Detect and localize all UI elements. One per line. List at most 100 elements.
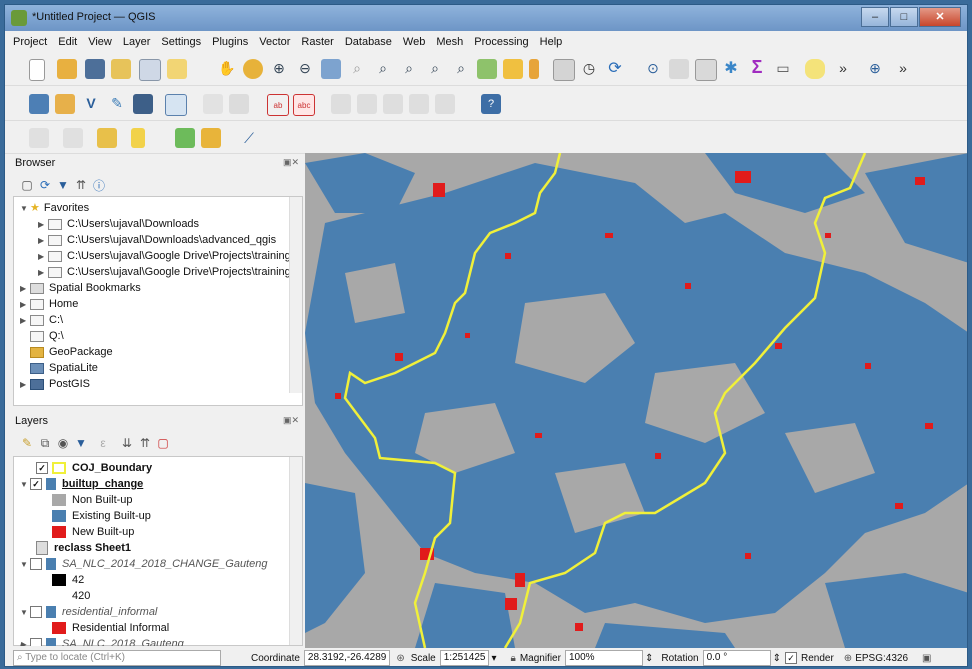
- filter-expression-icon[interactable]: ε: [93, 433, 113, 453]
- close-button[interactable]: ✕: [919, 7, 961, 27]
- layer-visibility-checkbox[interactable]: [30, 606, 42, 619]
- minimize-button[interactable]: –: [861, 7, 889, 27]
- style-manager-icon[interactable]: [167, 59, 187, 79]
- style-layer-icon[interactable]: ✎: [17, 433, 37, 453]
- browser-item-downloads[interactable]: ▶ C:\Users\ujaval\Downloads: [38, 216, 199, 232]
- field-calculator-icon[interactable]: ✱: [721, 58, 741, 78]
- map-canvas[interactable]: [305, 153, 967, 648]
- filter-icon[interactable]: ▼: [53, 175, 73, 195]
- layout-manager-icon[interactable]: [139, 59, 161, 81]
- browser-item-spatial-bookmarks[interactable]: ▶ Spatial Bookmarks: [20, 280, 141, 296]
- browser-scrollbar[interactable]: [289, 197, 302, 393]
- zoom-layer-icon[interactable]: ⌕: [373, 58, 393, 78]
- layer-coj-boundary[interactable]: ✓ COJ_Boundary: [36, 460, 152, 476]
- rotation-spin-icon[interactable]: ⇕: [773, 653, 781, 664]
- change-label-icon[interactable]: [435, 94, 455, 114]
- browser-item-favorites[interactable]: ▼ ★ Favorites: [20, 200, 89, 216]
- menu-web[interactable]: Web: [403, 36, 425, 48]
- pin-labels-icon[interactable]: [331, 94, 351, 114]
- show-labels-icon[interactable]: [357, 94, 377, 114]
- select-features-icon[interactable]: [669, 59, 689, 79]
- layer-visibility-checkbox[interactable]: [30, 558, 42, 571]
- locator-input[interactable]: ⌕ Type to locate (Ctrl+K): [13, 650, 221, 666]
- browser-item-home[interactable]: ▶ Home: [20, 296, 78, 312]
- layer-residential-informal[interactable]: ▼ residential_informal: [20, 604, 157, 620]
- deselect-icon[interactable]: [97, 128, 117, 148]
- show-bookmarks-icon[interactable]: [553, 59, 575, 81]
- toggle-editing-icon[interactable]: [203, 94, 223, 114]
- layer-visibility-checkbox[interactable]: ✓: [30, 478, 42, 491]
- temporal-clock-icon[interactable]: ◷: [579, 58, 599, 78]
- menu-help[interactable]: Help: [540, 36, 563, 48]
- add-raster-icon[interactable]: [29, 94, 49, 114]
- layer-nlc-change[interactable]: ▼ SA_NLC_2014_2018_CHANGE_Gauteng: [20, 556, 267, 572]
- save-edits-icon[interactable]: [229, 94, 249, 114]
- identify-icon[interactable]: ⊙: [643, 58, 663, 78]
- crs-globe-icon[interactable]: ⊕: [844, 653, 852, 664]
- new-3d-view-icon[interactable]: [503, 59, 523, 79]
- info-icon[interactable]: ⓘ: [89, 175, 109, 195]
- scale-dropdown-icon[interactable]: ▾: [491, 653, 496, 664]
- maximize-button[interactable]: □: [890, 7, 918, 27]
- add-virtual-layer-icon[interactable]: [165, 94, 187, 116]
- collapse-all-icon[interactable]: ⇈: [71, 175, 91, 195]
- coordinate-field[interactable]: 28.3192,-26.4289: [303, 650, 391, 666]
- new-print-layout-icon[interactable]: [111, 59, 131, 79]
- add-vector-icon[interactable]: [55, 94, 75, 114]
- zoom-native-icon[interactable]: ⌕: [399, 58, 419, 78]
- menu-view[interactable]: View: [88, 36, 112, 48]
- measure-icon[interactable]: ▭: [773, 58, 793, 78]
- layer-nlc-2018[interactable]: ▶ SA_NLC_2018_Gauteng: [20, 636, 184, 646]
- rotate-label-icon[interactable]: [409, 94, 429, 114]
- select-by-value-icon[interactable]: [63, 128, 83, 148]
- toolbar-overflow-2-icon[interactable]: »: [893, 58, 913, 78]
- digitize-icon[interactable]: ✎: [107, 93, 127, 113]
- add-selected-layers-icon[interactable]: ▢: [17, 175, 37, 195]
- menu-layer[interactable]: Layer: [123, 36, 151, 48]
- magnifier-spin-icon[interactable]: ⇕: [645, 653, 653, 664]
- layer-visibility-checkbox[interactable]: ✓: [36, 462, 48, 475]
- menu-project[interactable]: Project: [13, 36, 47, 48]
- crs-label[interactable]: EPSG:4326: [855, 653, 908, 664]
- browser-item-training-2[interactable]: ▶ C:\Users\ujaval\Google Drive\Projects\t…: [38, 264, 291, 280]
- zoom-out-icon[interactable]: ⊖: [295, 58, 315, 78]
- layer-builtup-change[interactable]: ▼ ✓ builtup_change: [20, 476, 143, 492]
- expand-arrow-icon[interactable]: ▼: [20, 201, 30, 217]
- layers-panel-buttons[interactable]: ▣✕: [283, 415, 299, 426]
- menu-edit[interactable]: Edit: [58, 36, 77, 48]
- browser-item-postgis[interactable]: ▶ PostGIS: [20, 376, 90, 392]
- remove-layer-icon[interactable]: ▢: [153, 433, 173, 453]
- zoom-selection-icon[interactable]: ⌕: [347, 58, 367, 78]
- browser-item-training-1[interactable]: ▶ C:\Users\ujaval\Google Drive\Projects\t…: [38, 248, 291, 264]
- map-tips-icon[interactable]: [805, 59, 825, 79]
- toolbar-overflow-icon[interactable]: »: [833, 58, 853, 78]
- menu-settings[interactable]: Settings: [161, 36, 201, 48]
- pan-to-selection-icon[interactable]: [243, 59, 263, 79]
- profile-tool-icon[interactable]: ⟋: [239, 128, 259, 148]
- bookmark-icon[interactable]: [529, 59, 539, 79]
- zoom-full-icon[interactable]: [321, 59, 341, 79]
- magnifier-field[interactable]: 100%: [564, 650, 643, 666]
- layers-filter-icon[interactable]: ▼: [71, 433, 91, 453]
- processing-toolbox-icon[interactable]: [175, 128, 195, 148]
- graphical-modeler-icon[interactable]: [201, 128, 221, 148]
- statistics-sigma-icon[interactable]: Σ: [747, 57, 767, 77]
- label-highlight-icon[interactable]: abc: [293, 94, 315, 116]
- messages-icon[interactable]: ▣: [922, 653, 931, 664]
- zoom-next-icon[interactable]: ⌕: [451, 58, 471, 78]
- pan-hand-icon[interactable]: ✋: [217, 58, 237, 78]
- manage-visibility-icon[interactable]: ◉: [53, 433, 73, 453]
- zoom-last-icon[interactable]: ⌕: [425, 58, 445, 78]
- refresh-icon[interactable]: ⟳: [605, 58, 625, 78]
- open-project-icon[interactable]: [57, 59, 77, 79]
- new-project-icon[interactable]: [29, 59, 45, 81]
- locator-search-icon[interactable]: ⊕: [865, 58, 885, 78]
- add-wms-icon[interactable]: [133, 94, 153, 114]
- new-map-view-icon[interactable]: [477, 59, 497, 79]
- layer-reclass-sheet1[interactable]: reclass Sheet1: [36, 540, 131, 556]
- menu-plugins[interactable]: Plugins: [212, 36, 248, 48]
- layer-visibility-checkbox[interactable]: [30, 638, 42, 646]
- add-group-icon[interactable]: ⧉: [35, 433, 55, 453]
- menu-raster[interactable]: Raster: [301, 36, 333, 48]
- add-delimited-text-icon[interactable]: V: [81, 93, 101, 113]
